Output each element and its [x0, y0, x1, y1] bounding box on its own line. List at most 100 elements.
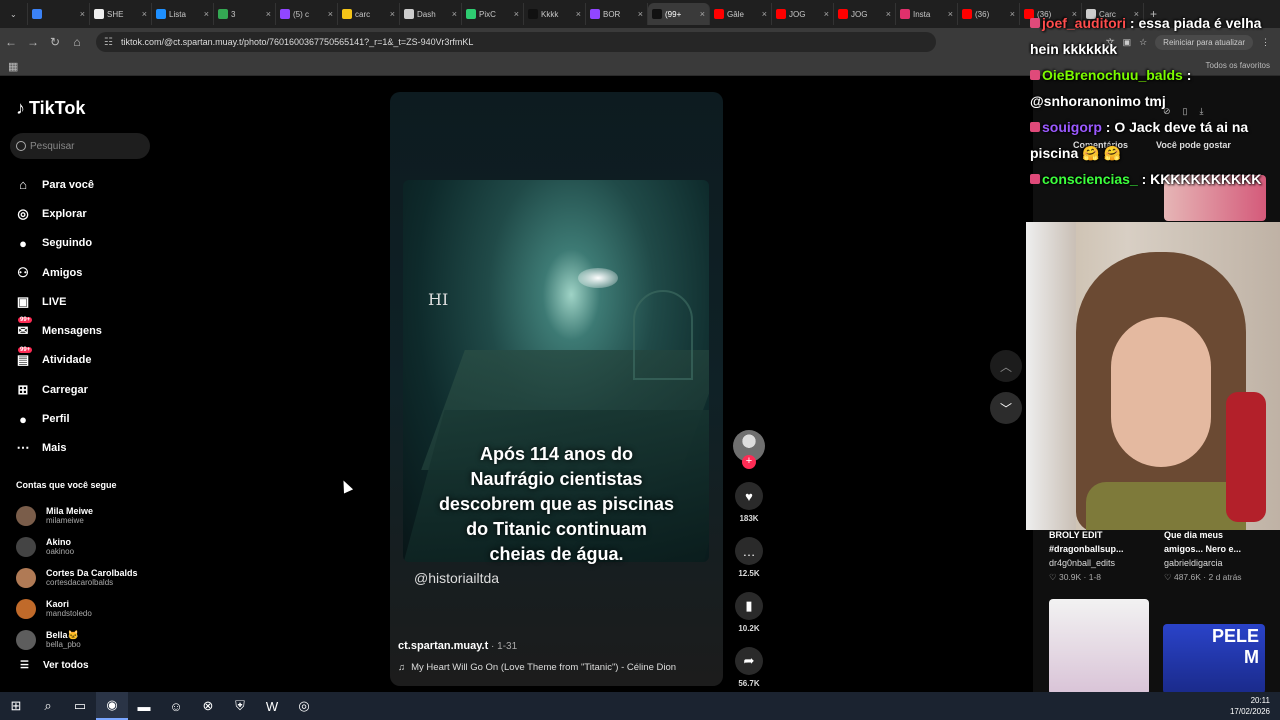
search-input[interactable]: Pesquisar [10, 133, 150, 159]
nav-item[interactable]: ✉ 99+ Mensagens [14, 316, 102, 345]
tab-close-icon[interactable]: × [576, 9, 581, 19]
tab-label: (99+ [665, 9, 682, 19]
browser-tab[interactable]: carc × [338, 3, 400, 25]
browser-tab[interactable]: JOG × [834, 3, 896, 25]
share-action[interactable]: ➦ 56.7K [733, 647, 765, 688]
photo-caption: Após 114 anos do Naufrágio cientistas de… [438, 444, 675, 564]
nav-item[interactable]: ● Seguindo [14, 229, 102, 258]
save-count: 10.2K [738, 624, 760, 633]
suggested-thumbnail[interactable] [1049, 599, 1149, 695]
account-username: milameiwe [46, 516, 84, 525]
next-post-button[interactable]: ﹀ [990, 392, 1022, 424]
nav-item[interactable]: ▣ LIVE [14, 287, 102, 316]
reload-icon[interactable]: ↻ [44, 35, 66, 49]
save-action[interactable]: ▮ 10.2K [733, 592, 765, 633]
browser-tab[interactable]: (5) c × [276, 3, 338, 25]
browser-tab[interactable]: SHE × [90, 3, 152, 25]
tab-close-icon[interactable]: × [1010, 9, 1015, 19]
nav-item[interactable]: ⊞ Carregar [14, 375, 102, 404]
browser-tab[interactable]: Kkkk × [524, 3, 586, 25]
see-all-button[interactable]: ☰ Ver todos [20, 660, 89, 671]
browser-tab[interactable]: PixC × [462, 3, 524, 25]
nav-item[interactable]: ⋯ Mais [14, 434, 102, 463]
task-view-icon[interactable]: ▭ [64, 692, 96, 720]
security-icon[interactable]: ⛨ [224, 692, 256, 720]
account-name: Mila Meiwe [46, 506, 94, 516]
tab-close-icon[interactable]: × [328, 9, 333, 19]
account-username: mandstoledo [46, 609, 92, 618]
taskbar-clock[interactable]: 20:11 17/02/2026 [1230, 695, 1270, 717]
previous-post-button[interactable]: ︿ [990, 350, 1022, 382]
tab-favicon-icon [94, 9, 104, 19]
nav-label: Perfil [42, 413, 70, 426]
followed-account[interactable]: Akino oakinoo [16, 531, 138, 562]
nav-item[interactable]: ◎ Explorar [14, 199, 102, 228]
back-icon[interactable]: ← [0, 35, 22, 49]
bookmark-icon[interactable]: ▮ [735, 592, 763, 620]
nav-item[interactable]: ● Perfil [14, 404, 102, 433]
tab-close-icon[interactable]: × [824, 9, 829, 19]
url-field[interactable]: ☷ tiktok.com/@ct.spartan.muay.t/photo/76… [96, 32, 936, 52]
browser-tab[interactable]: Insta × [896, 3, 958, 25]
discord-icon[interactable]: ☺ [160, 692, 192, 720]
tab-close-icon[interactable]: × [700, 9, 705, 19]
post-music[interactable]: ♫ My Heart Will Go On (Love Theme from "… [398, 662, 676, 673]
browser-tab[interactable]: Gâle × [710, 3, 772, 25]
profile-icon: ● [19, 411, 27, 427]
xbox-icon[interactable]: ⊗ [192, 692, 224, 720]
suggested-card[interactable]: BROLY EDIT #dragonballsup... dr4g0nball_… [1049, 528, 1159, 584]
followed-account[interactable]: Cortes Da Carolbalds cortesdacarolbalds [16, 562, 138, 593]
browser-tab[interactable]: JOG × [772, 3, 834, 25]
tiktok-logo[interactable]: ♪ TikTok [16, 98, 85, 119]
tab-close-icon[interactable]: × [266, 9, 271, 19]
tab-close-icon[interactable]: × [948, 9, 953, 19]
tab-close-icon[interactable]: × [762, 9, 767, 19]
browser-tab[interactable]: (36) × [958, 3, 1020, 25]
followed-account[interactable]: Mila Meiwe milameiwe [16, 500, 138, 531]
tab-search-icon[interactable]: ⌄ [6, 3, 28, 25]
browser-tab[interactable]: BOR × [586, 3, 648, 25]
tab-close-icon[interactable]: × [80, 9, 85, 19]
chrome-icon[interactable]: ◉ [96, 692, 128, 720]
taskbar-search-icon[interactable]: ⌕ [32, 692, 64, 720]
apps-grid-icon[interactable]: ▦ [8, 60, 18, 73]
home-icon[interactable]: ⌂ [66, 35, 88, 49]
tab-close-icon[interactable]: × [886, 9, 891, 19]
windows-start-icon[interactable]: ⊞ [0, 692, 32, 720]
followed-account[interactable]: Bella🐱 bella_pbo [16, 624, 138, 655]
author-avatar[interactable]: + [733, 430, 765, 469]
follow-plus-icon[interactable]: + [742, 455, 756, 469]
browser-tab[interactable]: 3 × [214, 3, 276, 25]
like-action[interactable]: ♥ 183K [733, 482, 765, 523]
nav-item[interactable]: ⌂ Para você [14, 170, 102, 199]
tab-close-icon[interactable]: × [390, 9, 395, 19]
suggested-card[interactable]: Que dia meus amigos... Nero e... gabriel… [1164, 528, 1274, 584]
obs-icon[interactable]: ◎ [288, 692, 320, 720]
nav-item[interactable]: ▤ 99+ Atividade [14, 346, 102, 375]
tab-close-icon[interactable]: × [452, 9, 457, 19]
tab-close-icon[interactable]: × [204, 9, 209, 19]
share-icon[interactable]: ➦ [735, 647, 763, 675]
suggested-thumbnail[interactable]: PELE M [1163, 624, 1265, 694]
word-icon[interactable]: W [256, 692, 288, 720]
tab-close-icon[interactable]: × [514, 9, 519, 19]
forward-icon[interactable]: → [22, 35, 44, 49]
tab-close-icon[interactable]: × [638, 9, 643, 19]
chevron-down-icon: ﹀ [999, 401, 1012, 416]
comment-action[interactable]: … 12.5K [733, 537, 765, 578]
post-author[interactable]: ct.spartan.muay.t · 1-31 [398, 640, 517, 652]
site-settings-icon[interactable]: ☷ [104, 37, 113, 48]
file-explorer-icon[interactable]: ▬ [128, 692, 160, 720]
nav-item[interactable]: ⚇ Amigos [14, 258, 102, 287]
browser-tab[interactable]: × [28, 3, 90, 25]
photo-post[interactable]: HI Após 114 anos do Naufrágio cientistas… [390, 92, 723, 686]
followed-account[interactable]: Kaori mandstoledo [16, 593, 138, 624]
comment-icon[interactable]: … [735, 537, 763, 565]
tab-label: Insta [913, 9, 931, 19]
browser-tab[interactable]: Dash × [400, 3, 462, 25]
nav-label: LIVE [42, 295, 67, 308]
heart-icon[interactable]: ♥ [735, 482, 763, 510]
browser-tab[interactable]: (99+ × [648, 3, 710, 25]
browser-tab[interactable]: Lista × [152, 3, 214, 25]
tab-close-icon[interactable]: × [142, 9, 147, 19]
